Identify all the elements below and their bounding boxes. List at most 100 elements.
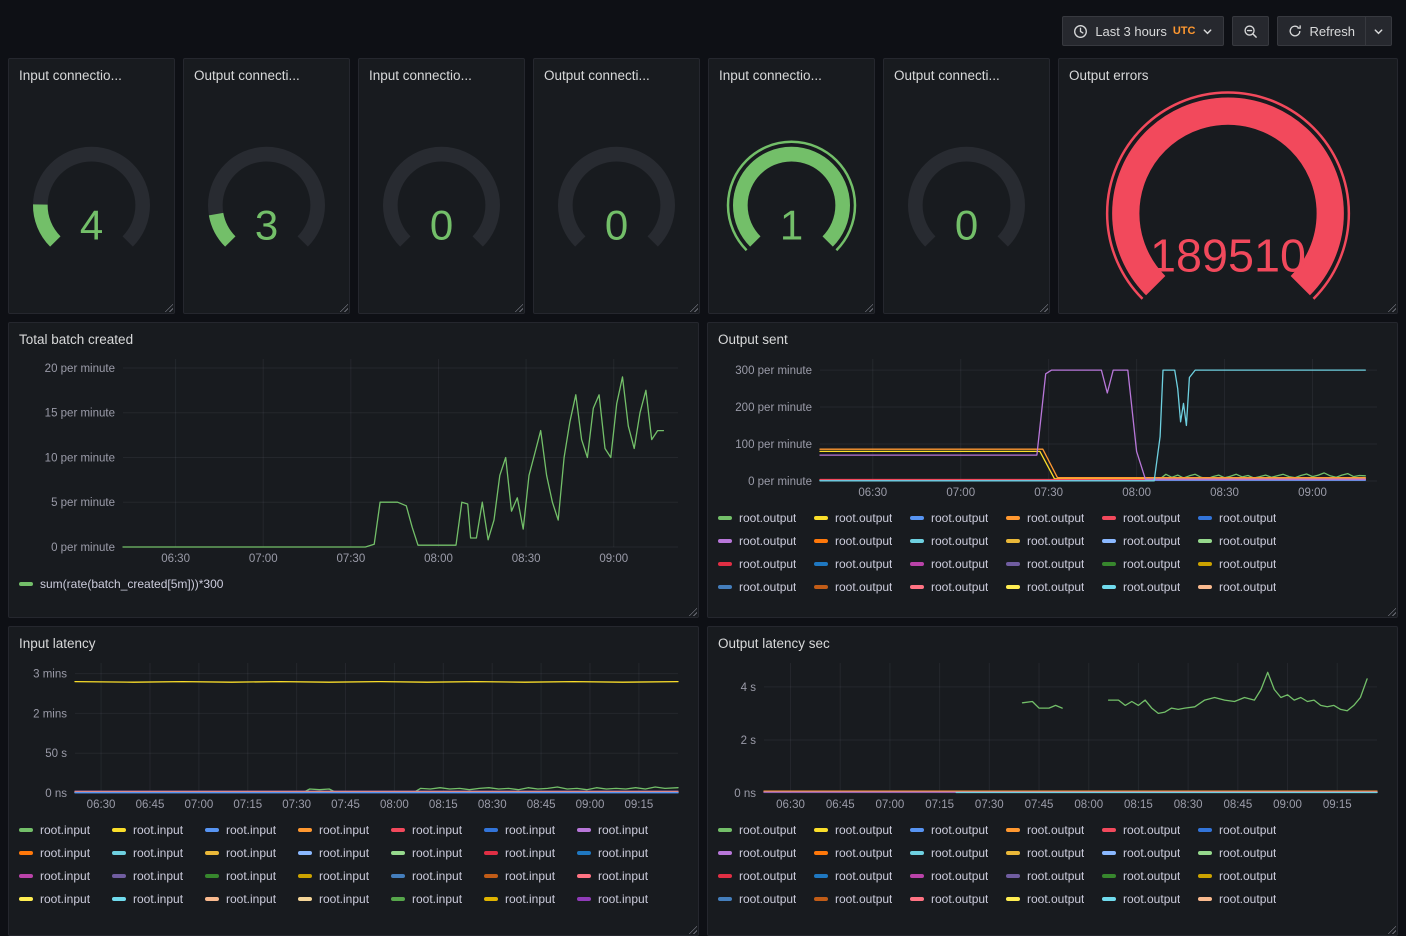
legend-item[interactable]: root.input bbox=[298, 843, 391, 862]
panel-title[interactable]: Input connectio... bbox=[19, 65, 164, 87]
legend-item[interactable]: root.output bbox=[1102, 889, 1198, 908]
legend-item[interactable]: sum(rate(batch_created[5m]))*300 bbox=[19, 574, 688, 593]
legend-item[interactable]: root.output bbox=[910, 843, 1006, 862]
legend-item[interactable]: root.output bbox=[1102, 554, 1198, 573]
legend-item[interactable]: root.input bbox=[577, 866, 670, 885]
legend-item[interactable]: root.output bbox=[1102, 843, 1198, 862]
panel-title[interactable]: Total batch created bbox=[19, 329, 688, 351]
legend-item[interactable]: root.output bbox=[1102, 820, 1198, 839]
chart-total_batch_created[interactable]: 06:3007:0007:3008:0008:3009:000 per minu… bbox=[19, 351, 688, 567]
legend-item[interactable]: root.output bbox=[1102, 508, 1198, 527]
legend-item[interactable]: root.input bbox=[19, 866, 112, 885]
legend-item[interactable]: root.output bbox=[910, 531, 1006, 550]
legend-item[interactable]: root.input bbox=[112, 889, 205, 908]
legend-item[interactable]: root.output bbox=[814, 531, 910, 550]
legend-item[interactable]: root.output bbox=[910, 820, 1006, 839]
panel-resize-handle[interactable] bbox=[1387, 607, 1396, 616]
panel-title[interactable]: Output sent bbox=[718, 329, 1387, 351]
zoom-out-button[interactable] bbox=[1232, 16, 1269, 46]
chart-output_latency_sec[interactable]: 06:3006:4507:0007:1507:3007:4508:0008:15… bbox=[718, 655, 1387, 813]
legend-item[interactable]: root.output bbox=[1198, 554, 1294, 573]
panel-resize-handle[interactable] bbox=[1387, 925, 1396, 934]
legend-item[interactable]: root.input bbox=[298, 866, 391, 885]
legend-item[interactable]: root.output bbox=[910, 508, 1006, 527]
legend-item[interactable]: root.output bbox=[1006, 508, 1102, 527]
legend-item[interactable]: root.input bbox=[298, 889, 391, 908]
time-range-picker[interactable]: Last 3 hours UTC bbox=[1062, 16, 1224, 46]
legend-item[interactable]: root.output bbox=[1198, 508, 1294, 527]
panel-title[interactable]: Input connectio... bbox=[719, 65, 864, 87]
legend-item[interactable]: root.input bbox=[112, 820, 205, 839]
legend-item[interactable]: root.output bbox=[718, 843, 814, 862]
legend-item[interactable]: root.output bbox=[1006, 889, 1102, 908]
legend-item[interactable]: root.input bbox=[484, 866, 577, 885]
legend-item[interactable]: root.input bbox=[391, 843, 484, 862]
legend-item[interactable]: root.input bbox=[484, 843, 577, 862]
legend-item[interactable]: root.output bbox=[1102, 866, 1198, 885]
panel-title[interactable]: Output connecti... bbox=[194, 65, 339, 87]
legend-item[interactable]: root.output bbox=[814, 577, 910, 596]
legend-item[interactable]: root.output bbox=[814, 554, 910, 573]
chart-output_sent[interactable]: 06:3007:0007:3008:0008:3009:000 per minu… bbox=[718, 351, 1387, 501]
panel-resize-handle[interactable] bbox=[164, 303, 173, 312]
legend-item[interactable]: root.output bbox=[1102, 577, 1198, 596]
legend-item[interactable]: root.input bbox=[112, 866, 205, 885]
panel-title[interactable]: Output errors bbox=[1069, 65, 1387, 87]
legend-item[interactable]: root.input bbox=[391, 866, 484, 885]
legend-item[interactable]: root.input bbox=[298, 820, 391, 839]
panel-resize-handle[interactable] bbox=[1039, 303, 1048, 312]
legend-item[interactable]: root.output bbox=[910, 866, 1006, 885]
legend-item[interactable]: root.output bbox=[1198, 889, 1294, 908]
legend-item[interactable]: root.input bbox=[19, 889, 112, 908]
legend-item[interactable]: root.input bbox=[484, 889, 577, 908]
legend-item[interactable]: root.input bbox=[205, 866, 298, 885]
legend-item[interactable]: root.output bbox=[718, 866, 814, 885]
legend-item[interactable]: root.input bbox=[205, 843, 298, 862]
legend-item[interactable]: root.output bbox=[718, 889, 814, 908]
legend-item[interactable]: root.output bbox=[1006, 531, 1102, 550]
legend-item[interactable]: root.output bbox=[1006, 843, 1102, 862]
legend-item[interactable]: root.input bbox=[577, 889, 670, 908]
legend-item[interactable]: root.input bbox=[112, 843, 205, 862]
legend-item[interactable]: root.output bbox=[814, 820, 910, 839]
legend-item[interactable]: root.output bbox=[1102, 531, 1198, 550]
legend-item[interactable]: root.output bbox=[718, 531, 814, 550]
legend-item[interactable]: root.output bbox=[1198, 531, 1294, 550]
panel-resize-handle[interactable] bbox=[1387, 303, 1396, 312]
legend-item[interactable]: root.output bbox=[910, 554, 1006, 573]
legend-item[interactable]: root.output bbox=[814, 889, 910, 908]
legend-item[interactable]: root.input bbox=[391, 820, 484, 839]
legend-item[interactable]: root.output bbox=[1006, 866, 1102, 885]
legend-item[interactable]: root.output bbox=[1198, 843, 1294, 862]
legend-item[interactable]: root.output bbox=[718, 554, 814, 573]
legend-item[interactable]: root.output bbox=[814, 866, 910, 885]
panel-resize-handle[interactable] bbox=[339, 303, 348, 312]
legend-item[interactable]: root.output bbox=[814, 508, 910, 527]
legend-item[interactable]: root.output bbox=[1006, 554, 1102, 573]
legend-item[interactable]: root.output bbox=[718, 508, 814, 527]
legend-item[interactable]: root.output bbox=[1006, 820, 1102, 839]
legend-item[interactable]: root.input bbox=[484, 820, 577, 839]
legend-item[interactable]: root.output bbox=[1198, 866, 1294, 885]
legend-item[interactable]: root.output bbox=[1198, 577, 1294, 596]
legend-item[interactable]: root.input bbox=[577, 820, 670, 839]
legend-item[interactable]: root.output bbox=[910, 889, 1006, 908]
chart-input_latency[interactable]: 06:3006:4507:0007:1507:3007:4508:0008:15… bbox=[19, 655, 688, 813]
legend-item[interactable]: root.input bbox=[19, 820, 112, 839]
panel-resize-handle[interactable] bbox=[688, 607, 697, 616]
legend-item[interactable]: root.output bbox=[910, 577, 1006, 596]
panel-resize-handle[interactable] bbox=[864, 303, 873, 312]
legend-item[interactable]: root.output bbox=[1198, 820, 1294, 839]
panel-resize-handle[interactable] bbox=[689, 303, 698, 312]
legend-item[interactable]: root.output bbox=[1006, 577, 1102, 596]
legend-item[interactable]: root.output bbox=[718, 577, 814, 596]
panel-title[interactable]: Output connecti... bbox=[894, 65, 1039, 87]
legend-item[interactable]: root.output bbox=[718, 820, 814, 839]
panel-resize-handle[interactable] bbox=[514, 303, 523, 312]
panel-title[interactable]: Input latency bbox=[19, 633, 688, 655]
panel-title[interactable]: Input connectio... bbox=[369, 65, 514, 87]
legend-item[interactable]: root.input bbox=[19, 843, 112, 862]
refresh-button[interactable]: Refresh bbox=[1277, 16, 1366, 46]
legend-item[interactable]: root.input bbox=[577, 843, 670, 862]
legend-item[interactable]: root.output bbox=[814, 843, 910, 862]
